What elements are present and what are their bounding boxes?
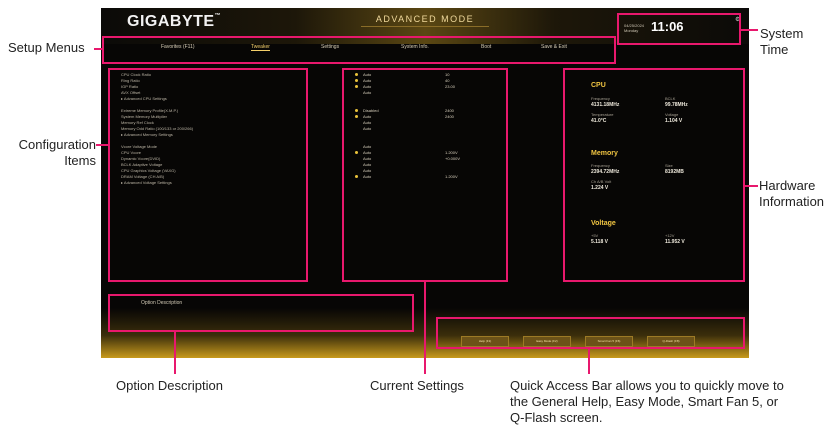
callout-system-time-line1: System xyxy=(760,26,804,41)
callout-hardware-info: Hardware Information xyxy=(759,178,824,210)
callout-quick-access: Quick Access Bar allows you to quickly m… xyxy=(510,378,784,426)
logo-text: GIGABYTE xyxy=(127,13,215,30)
leader-quick-access xyxy=(588,349,590,374)
logo-trademark: ™ xyxy=(214,13,222,19)
callout-system-time: System Time xyxy=(760,26,803,58)
leader-option-description xyxy=(174,332,176,374)
configuration-items-box xyxy=(108,68,308,282)
callout-current-settings: Current Settings xyxy=(370,378,464,393)
mode-title: ADVANCED MODE xyxy=(361,14,489,27)
callout-quick-access-line2: the General Help, Easy Mode, Smart Fan 5… xyxy=(510,394,779,409)
leader-config-items xyxy=(96,144,108,146)
leader-hardware-info xyxy=(745,185,758,187)
system-time-box xyxy=(617,13,741,45)
callout-config-items-line1: Configuration xyxy=(18,137,96,152)
hardware-info-box xyxy=(563,68,745,282)
callout-config-items-line2: Items xyxy=(64,153,96,168)
leader-system-time xyxy=(740,29,758,31)
quick-access-box xyxy=(436,317,745,349)
current-settings-box xyxy=(342,68,508,282)
leader-setup-menus xyxy=(94,48,103,50)
leader-current-settings xyxy=(424,282,426,374)
setup-menus-box xyxy=(102,36,616,64)
gigabyte-logo: GIGABYTE™ xyxy=(127,13,221,31)
option-description-box xyxy=(108,294,414,332)
callout-setup-menus: Setup Menus xyxy=(8,40,85,55)
callout-hardware-info-line2: Information xyxy=(759,194,825,209)
callout-hardware-info-line1: Hardware xyxy=(759,178,816,193)
callout-system-time-line2: Time xyxy=(760,42,789,57)
callout-config-items: Configuration Items xyxy=(8,137,96,169)
callout-quick-access-line3: Q-Flash screen. xyxy=(510,410,603,425)
callout-option-description: Option Description xyxy=(116,378,223,393)
callout-quick-access-line1: Quick Access Bar allows you to quickly m… xyxy=(510,378,784,393)
